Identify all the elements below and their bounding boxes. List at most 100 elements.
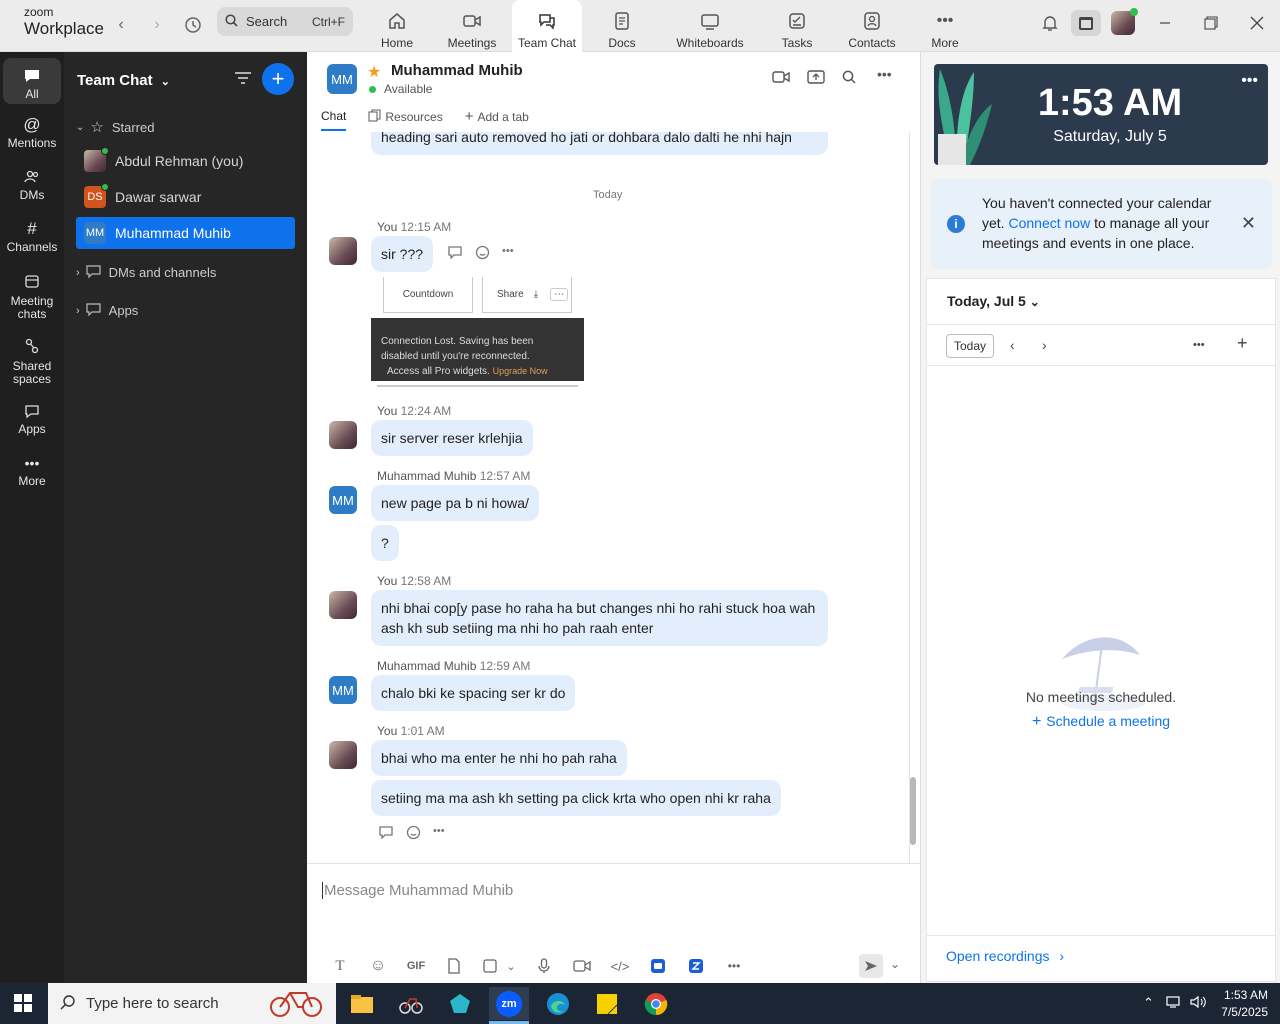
avatar[interactable] [329, 741, 357, 769]
rail-item-meeting-chats[interactable]: Meeting chats [0, 270, 64, 321]
history-icon[interactable] [182, 14, 204, 36]
network-icon[interactable] [1166, 995, 1182, 1012]
avatar[interactable] [1108, 8, 1138, 36]
apps-section[interactable]: › Apps [76, 302, 138, 319]
format-text-icon[interactable]: T [321, 956, 359, 976]
sidebar-item-dawar-sarwar[interactable]: DS Dawar sarwar [76, 181, 295, 213]
current-day-selector[interactable]: Today, Jul 5 ⌄ [947, 293, 1040, 309]
rail-item-dms[interactable]: DMs [0, 166, 64, 202]
forward-arrow-icon[interactable]: › [146, 14, 168, 36]
filter-icon[interactable] [234, 70, 252, 89]
video-message-icon[interactable] [563, 956, 601, 976]
send-button[interactable] [859, 954, 883, 978]
tab-meetings[interactable]: Meetings [437, 0, 507, 52]
tab-tasks[interactable]: Tasks [762, 0, 832, 52]
message-bubble[interactable]: setiing ma ma ash kh setting pa click kr… [371, 780, 781, 816]
tab-docs[interactable]: Docs [587, 0, 657, 52]
code-icon[interactable]: </> [601, 956, 639, 976]
message-bubble[interactable]: nhi bhai cop[y pase ho raha ha but chang… [371, 590, 828, 646]
rail-item-all[interactable]: All [3, 58, 61, 104]
more-icon[interactable]: ••• [502, 245, 514, 263]
dms-channels-section[interactable]: › DMs and channels [76, 264, 216, 281]
windows-start-icon[interactable] [14, 994, 32, 1015]
search-input[interactable]: Search Ctrl+F [217, 7, 353, 36]
minimize-icon[interactable] [1150, 10, 1180, 36]
rail-item-more[interactable]: ••• More [0, 452, 64, 488]
calendar-app-icon[interactable] [1071, 10, 1101, 36]
chevron-left-icon[interactable]: ‹ [1010, 337, 1015, 353]
contact-name-header[interactable]: Muhammad Muhib [391, 62, 523, 79]
avatar[interactable]: MM [329, 486, 357, 514]
sidebar-item-abdul-rehman[interactable]: Abdul Rehman (you) [76, 145, 295, 177]
avatar[interactable] [329, 421, 357, 449]
open-recordings-link[interactable]: Open recordings › [927, 935, 1275, 976]
sidebar-item-muhammad-muhib[interactable]: MM Muhammad Muhib [76, 217, 295, 249]
more-options-icon[interactable]: ••• [877, 66, 892, 82]
message-scrollbar[interactable] [909, 132, 916, 863]
volume-icon[interactable] [1190, 995, 1206, 1012]
more-icon[interactable]: ••• [1193, 339, 1205, 351]
tab-team-chat[interactable]: Team Chat [512, 0, 582, 52]
app-taskbar-icon[interactable] [440, 987, 480, 1020]
app-taskbar-icon[interactable] [391, 987, 431, 1020]
video-icon[interactable] [772, 70, 790, 87]
message-bubble[interactable]: new page pa b ni howa/ [371, 485, 539, 521]
bell-icon[interactable] [1035, 10, 1065, 36]
connect-now-link[interactable]: Connect now [1008, 215, 1090, 231]
chrome-taskbar-icon[interactable] [636, 987, 676, 1020]
rail-item-shared-spaces[interactable]: Shared spaces [0, 335, 64, 386]
message-list[interactable]: heading sari auto removed ho jati or doh… [307, 132, 907, 863]
message-bubble[interactable]: bhai who ma enter he nhi ho pah raha [371, 740, 627, 776]
tab-whiteboards[interactable]: Whiteboards [672, 0, 748, 52]
more-icon[interactable]: ••• [1241, 72, 1258, 90]
close-icon[interactable]: ✕ [1241, 213, 1256, 234]
chevron-up-icon[interactable]: ⌃ [1143, 995, 1154, 1011]
tab-resources[interactable]: Resources [368, 108, 443, 131]
message-input[interactable]: Message Muhammad Muhib [322, 882, 513, 899]
share-screen-icon[interactable] [807, 70, 825, 87]
tab-contacts[interactable]: Contacts [837, 0, 907, 52]
tab-chat[interactable]: Chat [321, 108, 347, 131]
emoji-icon[interactable]: ☺ [359, 956, 397, 976]
sticky-notes-icon[interactable] [587, 987, 627, 1020]
taskbar-search-input[interactable]: Type here to search [48, 983, 336, 1024]
search-icon[interactable] [842, 70, 856, 87]
star-icon[interactable]: ★ [367, 62, 381, 82]
message-bubble[interactable]: sir ??? [371, 236, 434, 272]
rail-item-apps[interactable]: Apps [0, 400, 64, 436]
scrollbar-thumb[interactable] [910, 777, 916, 845]
rail-item-channels[interactable]: # Channels [0, 218, 64, 254]
more-icon[interactable]: ••• [433, 825, 445, 843]
taskbar-clock[interactable]: 1:53 AM 7/5/2025 [1221, 987, 1268, 1021]
avatar[interactable] [329, 237, 357, 265]
edge-taskbar-icon[interactable] [538, 987, 578, 1020]
plus-icon[interactable]: + [1237, 333, 1248, 354]
tab-home[interactable]: Home [362, 0, 432, 52]
avatar[interactable]: MM [329, 676, 357, 704]
screenshot-icon[interactable]: ⌄ [473, 956, 525, 976]
contact-avatar[interactable]: MM [327, 64, 357, 94]
chevron-down-icon[interactable]: ⌄ [506, 956, 515, 976]
app-icon[interactable] [677, 956, 715, 976]
message-composer[interactable]: Message Muhammad Muhib T ☺ GIF ⌄ </> •••… [307, 863, 920, 983]
file-icon[interactable] [435, 956, 473, 976]
reply-icon[interactable] [447, 245, 463, 263]
gif-icon[interactable]: GIF [397, 956, 435, 976]
message-bubble[interactable]: sir server reser krlehjia [371, 420, 533, 456]
back-arrow-icon[interactable]: ‹ [110, 14, 132, 36]
chevron-right-icon[interactable]: › [1042, 337, 1047, 353]
app-icon[interactable] [639, 956, 677, 976]
starred-section[interactable]: ⌄ ☆ Starred [76, 118, 154, 136]
avatar[interactable] [329, 591, 357, 619]
microphone-icon[interactable] [525, 956, 563, 976]
rail-item-mentions[interactable]: @ Mentions [0, 114, 64, 150]
emoji-icon[interactable] [406, 825, 421, 843]
new-chat-button[interactable]: + [262, 63, 294, 95]
schedule-meeting-link[interactable]: + Schedule a meeting [927, 713, 1275, 731]
tab-add[interactable]: + Add a tab [465, 108, 529, 131]
message-bubble[interactable]: heading sari auto removed ho jati or doh… [371, 132, 828, 155]
reply-icon[interactable] [378, 825, 394, 843]
more-icon[interactable]: ••• [715, 956, 753, 976]
restore-icon[interactable] [1196, 10, 1226, 36]
close-icon[interactable] [1242, 10, 1272, 36]
